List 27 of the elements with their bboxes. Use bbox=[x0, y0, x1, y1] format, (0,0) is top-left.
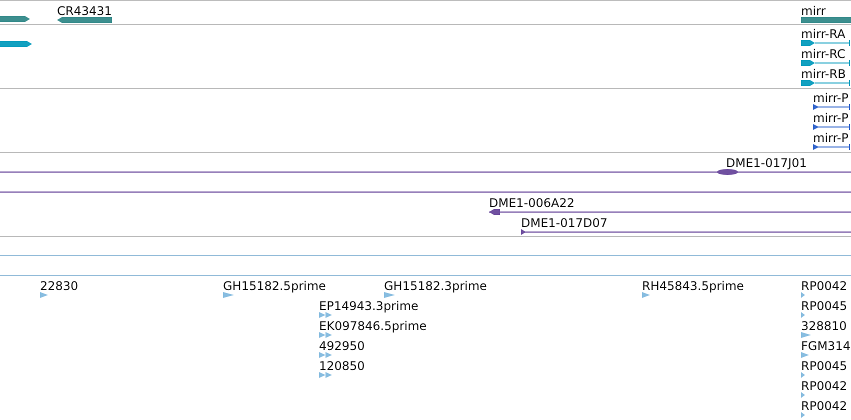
feature-label: mirr-P bbox=[813, 91, 848, 105]
feature-label: EP14943.3prime bbox=[319, 299, 418, 313]
feature-label: GH15182.3prime bbox=[384, 279, 487, 293]
feature-label: 328810 bbox=[801, 319, 847, 333]
feature-label: DME1-017J01 bbox=[726, 156, 807, 170]
feature-label: DME1-017D07 bbox=[521, 216, 608, 230]
feature-label: RP0042 bbox=[801, 379, 848, 393]
feature-label: GH15182.5prime bbox=[223, 279, 326, 293]
feature-label: FGM314 bbox=[801, 339, 850, 353]
feature-label: mirr bbox=[801, 4, 826, 18]
feature-label: RP0042 bbox=[801, 399, 848, 413]
feature-label: mirr-P bbox=[813, 131, 848, 145]
feature-label: 120850 bbox=[319, 359, 365, 373]
feature-label: RP0045 bbox=[801, 299, 848, 313]
feature-label: EK097846.5prime bbox=[319, 319, 427, 333]
feature-label: mirr-RB bbox=[801, 67, 846, 81]
feature-label: 22830 bbox=[40, 279, 78, 293]
feature-label: mirr-RA bbox=[801, 27, 846, 41]
gene-bar bbox=[801, 17, 851, 23]
feature-label: mirr-RC bbox=[801, 47, 846, 61]
feature-label: RP0045 bbox=[801, 359, 848, 373]
feature-label: DME1-006A22 bbox=[489, 196, 575, 210]
feature-label: 492950 bbox=[319, 339, 365, 353]
feature-label: RP0042 bbox=[801, 279, 848, 293]
feature-label: mirr-P bbox=[813, 111, 848, 125]
feature-label: RH45843.5prime bbox=[642, 279, 744, 293]
feature-label: CR43431 bbox=[57, 4, 112, 18]
